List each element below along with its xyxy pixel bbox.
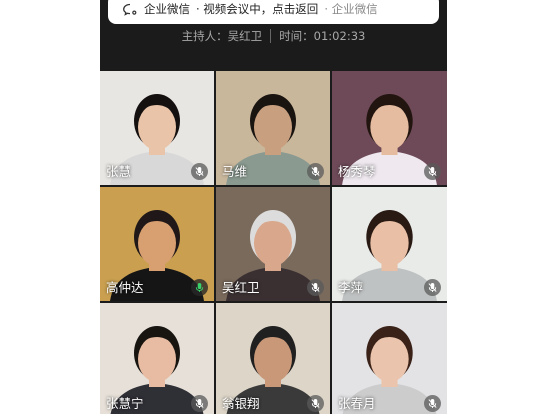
microphone-muted-icon (307, 279, 324, 296)
microphone-muted-icon (424, 163, 441, 180)
microphone-muted-icon (307, 163, 324, 180)
notification-source: · 企业微信 (324, 2, 378, 16)
participant-tile[interactable]: 张慧宁 (100, 303, 214, 414)
participant-tile[interactable]: 马维 (216, 71, 330, 185)
microphone-muted-icon (307, 395, 324, 412)
participant-tile[interactable]: 张春月 (332, 303, 447, 414)
microphone-muted-icon (424, 395, 441, 412)
participant-tile[interactable]: 高仲达 (100, 187, 214, 301)
host-name: 吴红卫 (227, 29, 263, 43)
time-label: 时间： (279, 29, 314, 43)
participant-name: 张慧 (106, 164, 132, 179)
return-to-meeting-banner[interactable]: 企业微信 · 视频会议中，点击返回 · 企业微信 (108, 0, 439, 24)
info-divider (270, 29, 272, 43)
microphone-icon (191, 279, 208, 296)
notification-app-name: 企业微信 (144, 2, 190, 16)
participant-grid: 张慧 马维 杨秀琴高仲达 吴红卫 李萍张慧宁 翁银翔 张春月 (100, 71, 447, 414)
participant-name: 张春月 (338, 396, 376, 411)
meeting-info: 主持人： 吴红卫 时间： 01:02:33 (100, 27, 447, 45)
participant-name: 高仲达 (106, 280, 144, 295)
host-label: 主持人： (181, 29, 228, 43)
participant-tile[interactable]: 翁银翔 (216, 303, 330, 414)
participant-name: 李萍 (338, 280, 364, 295)
microphone-muted-icon (424, 279, 441, 296)
participant-tile[interactable]: 张慧 (100, 71, 214, 185)
participant-name: 吴红卫 (222, 280, 260, 295)
participant-tile[interactable]: 杨秀琴 (332, 71, 447, 185)
participant-name: 马维 (222, 164, 248, 179)
meeting-duration: 01:02:33 (313, 29, 366, 43)
participant-name: 翁银翔 (222, 396, 260, 411)
participant-name: 张慧宁 (106, 396, 144, 411)
participant-tile[interactable]: 李萍 (332, 187, 447, 301)
participant-name: 杨秀琴 (338, 164, 376, 179)
participant-tile[interactable]: 吴红卫 (216, 187, 330, 301)
microphone-muted-icon (191, 163, 208, 180)
microphone-muted-icon (191, 395, 208, 412)
notification-text: · 视频会议中，点击返回 (196, 2, 319, 16)
chat-bubble-icon (122, 3, 138, 16)
meeting-screen: 企业微信 · 视频会议中，点击返回 · 企业微信 主持人： 吴红卫 时间： 01… (100, 0, 447, 414)
